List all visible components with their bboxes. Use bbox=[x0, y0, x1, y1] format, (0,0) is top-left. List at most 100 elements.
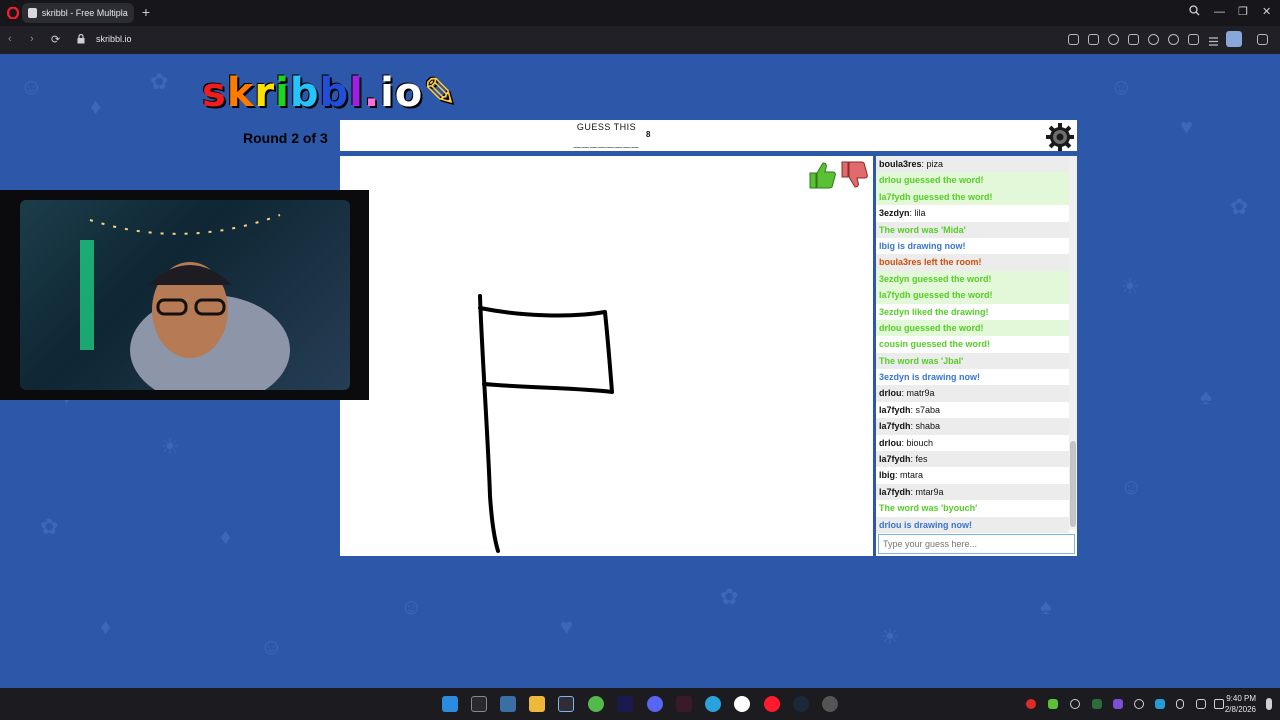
chat-scroll-thumb[interactable] bbox=[1070, 441, 1076, 527]
drawing-canvas[interactable] bbox=[340, 156, 873, 556]
chat-message-text: 3ezdyn is drawing now! bbox=[879, 372, 981, 383]
tray-icon[interactable] bbox=[1070, 699, 1080, 709]
back-icon[interactable]: ‹ bbox=[8, 33, 12, 45]
doodle-icon: ♦ bbox=[220, 524, 232, 549]
webcam-feed bbox=[20, 200, 350, 390]
shield-icon[interactable] bbox=[1108, 34, 1119, 45]
minimize-icon[interactable]: — bbox=[1214, 5, 1225, 19]
chat-message-author: la7fydh bbox=[879, 454, 911, 465]
flag-drawing bbox=[478, 294, 614, 553]
maximize-icon[interactable]: ❐ bbox=[1238, 5, 1248, 19]
browser-tab[interactable]: skribbl - Free Multiplayer bbox=[22, 3, 134, 23]
box-icon[interactable] bbox=[1257, 34, 1268, 45]
doodle-icon: ☺ bbox=[20, 74, 43, 99]
chat-message-author: lbig bbox=[879, 470, 895, 481]
chat-message-text: fes bbox=[915, 454, 928, 465]
chat-message-text: The word was 'Jbal' bbox=[879, 355, 964, 366]
chat-message-text: piza bbox=[926, 159, 944, 169]
download-icon[interactable] bbox=[1188, 34, 1199, 45]
play-icon[interactable] bbox=[1148, 34, 1159, 45]
address-bar: ‹ › ⟳ skribbl.io bbox=[0, 26, 1280, 54]
doodle-icon: ☺ bbox=[1110, 74, 1133, 99]
extension-icon[interactable] bbox=[1068, 34, 1079, 45]
epic-games-icon[interactable] bbox=[471, 696, 487, 712]
thumbs-up-icon[interactable] bbox=[807, 160, 837, 190]
chat-message-author: boula3res bbox=[879, 159, 922, 169]
chat-message-author: la7fydh bbox=[879, 486, 911, 497]
notification-icon[interactable] bbox=[1266, 698, 1272, 710]
app-icon[interactable] bbox=[676, 696, 692, 712]
chat-message: 3ezdyn: lila bbox=[879, 208, 926, 219]
chat-message: la7fydh guessed the word! bbox=[876, 188, 1069, 206]
chat-message-text: la7fydh guessed the word! bbox=[879, 191, 993, 202]
system-clock[interactable]: 9:40 PM 2/8/2026 bbox=[1225, 693, 1256, 715]
chat-message-text: 3ezdyn guessed the word! bbox=[879, 273, 992, 284]
doodle-icon: ♥ bbox=[1180, 114, 1194, 139]
menu-icon[interactable] bbox=[1208, 34, 1219, 46]
chat-message-text: boula3res left the room! bbox=[879, 257, 982, 268]
webcam-overlay bbox=[0, 190, 369, 400]
app-icon[interactable] bbox=[500, 696, 516, 712]
word-length: 8 bbox=[646, 130, 651, 139]
doodle-icon: ☺ bbox=[260, 634, 283, 659]
chat-message: boula3res left the room! bbox=[876, 254, 1069, 271]
guess-input[interactable] bbox=[878, 534, 1075, 554]
heart-icon[interactable] bbox=[1168, 34, 1179, 45]
gear-icon[interactable] bbox=[1045, 122, 1075, 152]
tab-title: skribbl - Free Multiplayer bbox=[41, 8, 128, 18]
tray-icon[interactable] bbox=[1026, 699, 1036, 709]
plus-icon[interactable]: + bbox=[139, 5, 153, 19]
chat-message: boula3res: piza bbox=[876, 156, 1069, 173]
chat-message-text: drlou guessed the word! bbox=[879, 322, 984, 333]
chat-message: 3ezdyn guessed the word! bbox=[876, 270, 1069, 288]
chat-scrollbar[interactable] bbox=[1069, 156, 1077, 530]
tray-icon[interactable] bbox=[1048, 699, 1058, 709]
chat-message-text: drlou guessed the word! bbox=[879, 175, 984, 186]
forward-icon[interactable]: › bbox=[30, 33, 34, 45]
word-hint: ________ bbox=[573, 134, 640, 149]
chat-message-text: biouch bbox=[906, 437, 934, 448]
telegram-icon[interactable] bbox=[705, 696, 721, 712]
chat-message: la7fydh: shaba bbox=[876, 418, 1069, 435]
reload-icon[interactable]: ⟳ bbox=[51, 33, 60, 46]
doodle-icon: ✿ bbox=[150, 69, 169, 94]
chat-message-author: 3ezdyn bbox=[879, 208, 910, 219]
discord-icon[interactable] bbox=[647, 696, 663, 712]
tray-icon[interactable] bbox=[1092, 699, 1102, 709]
windows-start-icon[interactable] bbox=[442, 696, 458, 712]
lightroom-icon[interactable] bbox=[558, 696, 574, 712]
tray-icon[interactable] bbox=[1155, 699, 1165, 709]
app-icon[interactable] bbox=[822, 696, 838, 712]
tray-icon[interactable] bbox=[1113, 699, 1123, 709]
chat-message-author: drlou bbox=[879, 437, 902, 448]
profile-avatar[interactable] bbox=[1226, 31, 1242, 47]
chat-message: la7fydh guessed the word! bbox=[876, 287, 1069, 304]
doodle-icon: ☀ bbox=[880, 624, 900, 649]
doodle-icon: ☀ bbox=[160, 434, 180, 459]
settings-icon[interactable] bbox=[1134, 699, 1144, 709]
chat-message: 3ezdyn liked the drawing! bbox=[876, 304, 1069, 320]
chat-message: la7fydh: fes bbox=[876, 451, 1069, 468]
speaker-icon[interactable] bbox=[1214, 699, 1224, 709]
skribbl-page: ☺ ♦ ✿ ☺ ♥ ✿ ☀ ♠ ☺ ♥ ☀ ✿ ♦ ☺ ♥ ✿ ☀ ♠ ☺ ♦ … bbox=[0, 54, 1280, 688]
opera-icon[interactable] bbox=[764, 696, 780, 712]
url-field[interactable]: skribbl.io bbox=[96, 34, 132, 44]
app-icon[interactable] bbox=[734, 696, 750, 712]
chat-message-text: 3ezdyn liked the drawing! bbox=[879, 306, 989, 317]
microphone-icon[interactable] bbox=[1176, 699, 1184, 709]
steam-icon[interactable] bbox=[793, 696, 809, 712]
search-icon[interactable] bbox=[1189, 5, 1200, 20]
thumbs-down-icon[interactable] bbox=[839, 160, 869, 190]
close-icon[interactable]: ✕ bbox=[1262, 5, 1271, 19]
vpn-icon[interactable] bbox=[1128, 34, 1139, 45]
doodle-icon: ☺ bbox=[400, 594, 423, 619]
chat-message-text: lila bbox=[914, 208, 926, 219]
folder-icon[interactable] bbox=[529, 696, 545, 712]
windows-taskbar: 9:40 PM 2/8/2026 bbox=[0, 688, 1280, 720]
premiere-icon[interactable] bbox=[617, 696, 633, 712]
skribbl-logo: skribbl.io✎ bbox=[202, 70, 458, 116]
camera-icon[interactable] bbox=[1088, 34, 1099, 45]
xbox-icon[interactable] bbox=[588, 696, 604, 712]
clock-date: 2/8/2026 bbox=[1224, 705, 1256, 714]
display-icon[interactable] bbox=[1196, 699, 1206, 709]
